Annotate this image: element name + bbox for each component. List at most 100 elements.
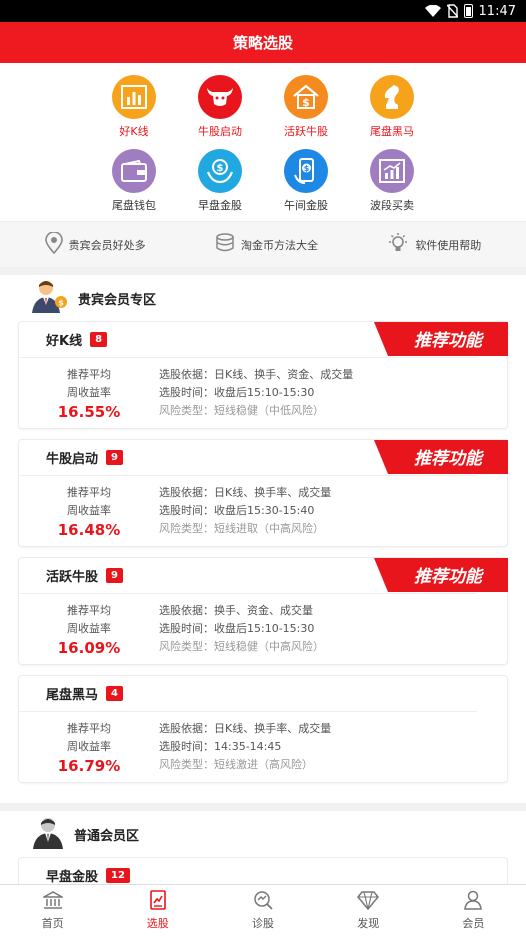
stock-pick-icon xyxy=(148,890,168,913)
recommend-tag: 推荐功能 xyxy=(374,322,508,356)
svg-text:推荐功能: 推荐功能 xyxy=(414,449,485,469)
member-avatar-icon xyxy=(30,814,66,854)
normal-section: 普通会员区 早盘金股 12 xyxy=(0,811,526,894)
grid-item-morning-gold[interactable]: $ 早盘金股 xyxy=(177,149,263,213)
svg-text:$: $ xyxy=(58,299,64,308)
card-header: 尾盘黑马 4 xyxy=(19,676,477,712)
risk-type: 风险类型：短线激进（高风险） xyxy=(159,758,313,771)
wifi-icon xyxy=(424,5,441,17)
lightbulb-icon xyxy=(387,232,409,257)
grid-item-label: 波段买卖 xyxy=(370,199,414,212)
svg-text:推荐功能: 推荐功能 xyxy=(414,331,485,351)
tab-label: 诊股 xyxy=(252,917,274,930)
quick-link-coin-methods[interactable]: 淘金币方法大全 xyxy=(215,233,318,256)
yield-label: 推荐平均 xyxy=(67,486,111,499)
risk-type: 风险类型：短线稳健（中高风险） xyxy=(159,640,324,653)
grid-item-label: 活跃牛股 xyxy=(284,125,328,138)
yield-label: 推荐平均 xyxy=(67,604,111,617)
yield-label: 周收益率 xyxy=(67,740,111,753)
card-body: 推荐平均 周收益率 16.09% 选股依据：换手、资金、成交量 选股时间：收盘后… xyxy=(19,594,507,657)
grid-item-label: 尾盘钱包 xyxy=(112,199,156,212)
page-title: 策略选股 xyxy=(0,22,526,63)
grid-item-good-kline[interactable]: 好K线 xyxy=(91,75,177,139)
svg-text:$: $ xyxy=(302,96,310,109)
card-body: 推荐平均 周收益率 16.79% 选股依据：日K线、换手率、成交量 选股时间：1… xyxy=(19,712,507,775)
bottom-tab-bar: 首页 选股 诊股 发现 会员 xyxy=(0,884,526,936)
grid-item-noon-gold[interactable]: $ 午间金股 xyxy=(263,149,349,213)
yield-block: 推荐平均 周收益率 16.09% xyxy=(19,602,159,657)
count-badge: 12 xyxy=(106,868,130,883)
card-body: 推荐平均 周收益率 16.48% 选股依据：日K线、换手率、成交量 选股时间：收… xyxy=(19,476,507,539)
yield-label: 推荐平均 xyxy=(67,368,111,381)
tab-member[interactable]: 会员 xyxy=(421,885,526,936)
grid-item-label: 好K线 xyxy=(119,125,149,138)
grid-item-label: 早盘金股 xyxy=(198,199,242,212)
quick-link-vip-benefits[interactable]: 贵宾会员好处多 xyxy=(44,231,146,257)
yield-value: 16.55% xyxy=(57,403,121,421)
yield-value: 16.79% xyxy=(57,757,121,775)
selection-time: 选股时间：收盘后15:30-15:40 xyxy=(159,504,315,517)
yield-label: 推荐平均 xyxy=(67,722,111,735)
yield-block: 推荐平均 周收益率 16.55% xyxy=(19,366,159,421)
quick-link-label: 贵宾会员好处多 xyxy=(68,238,146,252)
coin-stack-icon xyxy=(215,233,235,256)
svg-text:$: $ xyxy=(304,164,310,173)
status-bar: 11:47 xyxy=(0,0,526,22)
count-badge: 8 xyxy=(90,332,108,347)
diamond-icon xyxy=(357,890,380,913)
card-details: 选股依据：日K线、换手率、成交量 选股时间：14:35-14:45 风险类型：短… xyxy=(159,720,331,775)
normal-section-title: 普通会员区 xyxy=(74,828,140,844)
vip-section-header: $ 贵宾会员专区 xyxy=(0,275,526,321)
strategy-grid: 好K线 牛股启动 $ 活跃牛股 尾盘黑马 尾盘钱包 $ 早盘金股 $ 午间金股 xyxy=(0,63,526,221)
strategy-card-good-kline[interactable]: 好K线 8 推荐功能 推荐平均 周收益率 16.55% 选股依据：日K线、换手、… xyxy=(18,321,508,429)
vip-section: $ 贵宾会员专区 好K线 8 推荐功能 推荐平均 周收益率 16.55% 选股依… xyxy=(0,275,526,803)
vip-section-title: 贵宾会员专区 xyxy=(78,292,157,308)
tab-label: 首页 xyxy=(41,917,64,930)
grid-item-closing-wallet[interactable]: 尾盘钱包 xyxy=(91,149,177,213)
page-title-text: 策略选股 xyxy=(232,34,293,52)
strategy-card-active-bull[interactable]: 活跃牛股 9 推荐功能 推荐平均 周收益率 16.09% 选股依据：换手、资金、… xyxy=(18,557,508,665)
bull-icon xyxy=(198,75,242,119)
card-name: 好K线 xyxy=(46,334,83,349)
strategy-card-closing-dark-horse[interactable]: 尾盘黑马 4 推荐平均 周收益率 16.79% 选股依据：日K线、换手率、成交量… xyxy=(18,675,508,783)
count-badge: 9 xyxy=(106,450,123,465)
grid-item-band-trading[interactable]: 波段买卖 xyxy=(349,149,435,213)
yield-value: 16.48% xyxy=(57,521,121,539)
svg-text:推荐功能: 推荐功能 xyxy=(414,567,485,587)
quick-link-help[interactable]: 软件使用帮助 xyxy=(387,232,481,257)
chess-knight-icon xyxy=(370,75,414,119)
hand-coin-icon: $ xyxy=(198,149,242,193)
wallet-icon xyxy=(112,149,156,193)
tab-home[interactable]: 首页 xyxy=(0,885,105,936)
quick-links: 贵宾会员好处多 淘金币方法大全 软件使用帮助 xyxy=(0,221,526,267)
svg-text:$: $ xyxy=(217,163,224,174)
card-name: 尾盘黑马 xyxy=(46,688,99,703)
tab-stock-pick[interactable]: 选股 xyxy=(105,885,210,936)
tab-discover[interactable]: 发现 xyxy=(316,885,421,936)
risk-type: 风险类型：短线进取（中高风险） xyxy=(159,522,324,535)
battery-icon xyxy=(463,4,473,18)
recommend-tag: 推荐功能 xyxy=(374,440,508,474)
money-house-icon: $ xyxy=(284,75,328,119)
card-details: 选股依据：日K线、换手率、成交量 选股时间：收盘后15:30-15:40 风险类… xyxy=(159,484,331,539)
grid-item-active-bull[interactable]: $ 活跃牛股 xyxy=(263,75,349,139)
yield-value: 16.09% xyxy=(57,639,121,657)
card-details: 选股依据：换手、资金、成交量 选股时间：收盘后15:10-15:30 风险类型：… xyxy=(159,602,324,657)
diagnose-icon xyxy=(253,890,273,913)
count-badge: 4 xyxy=(106,686,123,701)
status-time: 11:47 xyxy=(478,3,516,19)
location-pin-icon xyxy=(44,231,63,257)
user-icon xyxy=(463,890,483,913)
selection-basis: 选股依据：换手、资金、成交量 xyxy=(159,604,313,617)
bank-icon xyxy=(40,890,65,913)
yield-label: 周收益率 xyxy=(67,504,111,517)
grid-item-closing-dark-horse[interactable]: 尾盘黑马 xyxy=(349,75,435,139)
grid-item-bull-start[interactable]: 牛股启动 xyxy=(177,75,263,139)
strategy-card-bull-start[interactable]: 牛股启动 9 推荐功能 推荐平均 周收益率 16.48% 选股依据：日K线、换手… xyxy=(18,439,508,547)
grid-item-label: 尾盘黑马 xyxy=(370,125,414,138)
no-sim-icon xyxy=(446,4,458,18)
grid-item-label: 午间金股 xyxy=(284,199,328,212)
tab-diagnose[interactable]: 诊股 xyxy=(210,885,315,936)
vip-avatar-icon: $ xyxy=(30,278,70,318)
phone-coin-icon: $ xyxy=(284,149,328,193)
